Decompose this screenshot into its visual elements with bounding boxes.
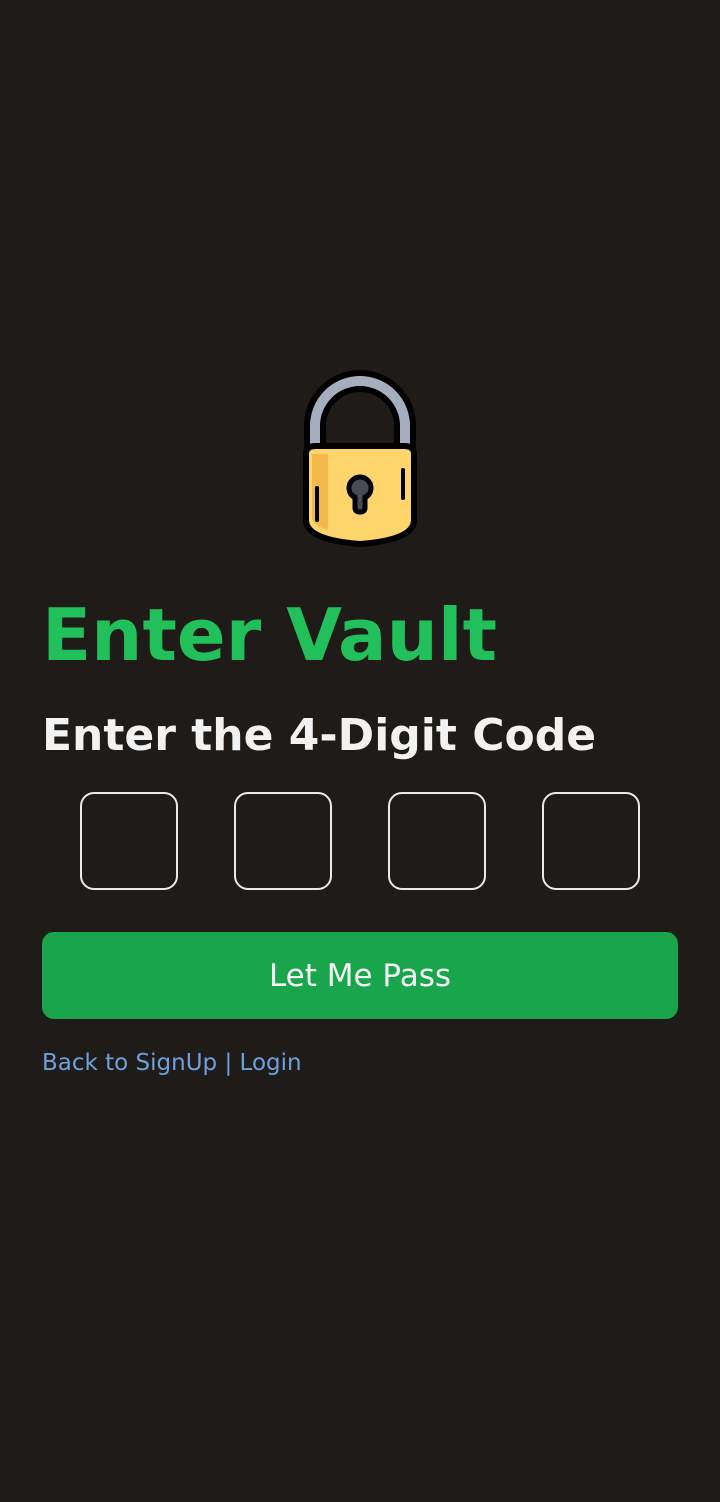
login-link[interactable]: Login — [240, 1050, 302, 1076]
back-to-signup-link[interactable]: Back to SignUp — [42, 1050, 217, 1076]
code-digit-box-1[interactable] — [80, 792, 178, 890]
let-me-pass-button[interactable]: Let Me Pass — [42, 932, 678, 1019]
link-separator: | — [217, 1050, 240, 1076]
page-title: Enter Vault — [42, 593, 497, 677]
code-digit-box-4[interactable] — [542, 792, 640, 890]
padlock-icon — [303, 370, 417, 548]
code-digit-box-2[interactable] — [234, 792, 332, 890]
auth-links: Back to SignUp | Login — [42, 1046, 302, 1080]
code-digit-box-3[interactable] — [388, 792, 486, 890]
code-prompt: Enter the 4-Digit Code — [42, 710, 597, 761]
code-input-group — [80, 792, 640, 890]
code-digit-input-2[interactable] — [236, 794, 330, 888]
code-digit-input-3[interactable] — [390, 794, 484, 888]
code-digit-input-4[interactable] — [544, 794, 638, 888]
vault-screen: Enter Vault Enter the 4-Digit Code Let M… — [0, 0, 720, 1502]
code-digit-input-1[interactable] — [82, 794, 176, 888]
